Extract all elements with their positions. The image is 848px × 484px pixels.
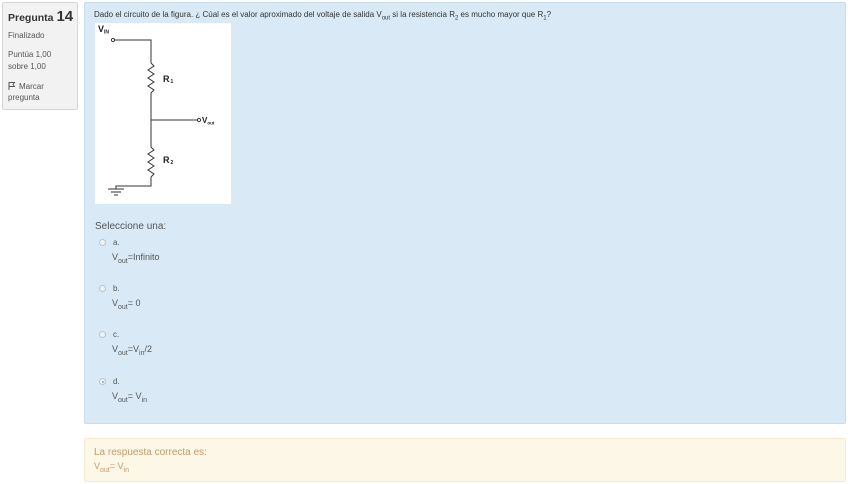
option-text-part: =V bbox=[127, 344, 140, 354]
option-text-sub: out bbox=[118, 257, 128, 265]
option-text-part: = V bbox=[127, 391, 142, 401]
option-text: Vout=Vin/2 bbox=[112, 344, 152, 357]
option-letter: a. bbox=[113, 238, 120, 247]
correct-answer-sub: out bbox=[100, 466, 110, 474]
question-title: Pregunta 14 bbox=[8, 8, 74, 25]
answer-radio-c[interactable] bbox=[99, 331, 106, 338]
ground-symbol bbox=[108, 188, 124, 196]
flag-icon bbox=[8, 82, 16, 90]
question-text-part: si la resistencia R bbox=[390, 10, 455, 19]
option-text: Vout= 0 bbox=[112, 298, 141, 311]
option-letter: c. bbox=[113, 330, 120, 339]
voltage-divider-circuit-image: VIN R1 Vout R2 bbox=[95, 23, 231, 204]
question-grade: Puntúa 1,00 sobre 1,00 bbox=[8, 50, 52, 71]
option-text: Vout= Vin bbox=[112, 391, 147, 404]
option-text-part: /2 bbox=[144, 344, 152, 354]
svg-text:R2: R2 bbox=[163, 155, 174, 166]
option-text-part: = 0 bbox=[127, 298, 141, 308]
question-state: Finalizado bbox=[8, 31, 45, 40]
vin-sub: IN bbox=[104, 30, 109, 36]
vout-terminal bbox=[196, 117, 202, 123]
option-letter: b. bbox=[113, 284, 120, 293]
option-text-part: =Infinito bbox=[127, 252, 160, 262]
r2-resistor bbox=[147, 146, 155, 178]
vin-terminal bbox=[110, 37, 116, 43]
r1-sub: 1 bbox=[171, 79, 174, 85]
svg-text:R1: R1 bbox=[163, 74, 174, 85]
question-text-sub: out bbox=[381, 15, 391, 22]
answer-radio-d[interactable] bbox=[99, 378, 106, 385]
correct-answer-label: La respuesta correcta es: bbox=[94, 447, 207, 458]
question-text-part: Dado el circuito de la figura. ¿ Cúal es… bbox=[94, 10, 382, 19]
svg-text:Vout: Vout bbox=[202, 116, 215, 126]
question-text: Dado el circuito de la figura. ¿ Cúal es… bbox=[94, 10, 551, 22]
option-text-sub: out bbox=[118, 349, 128, 357]
correct-answer-text: Vout= Vin bbox=[94, 461, 129, 474]
answer-radio-b[interactable] bbox=[99, 285, 106, 292]
flag-question-link[interactable]: Marcar pregunta bbox=[8, 81, 72, 103]
question-number: 14 bbox=[56, 8, 74, 25]
answer-prompt: Seleccione una: bbox=[95, 221, 167, 232]
correct-answer-part: = V bbox=[109, 461, 124, 471]
r2-label: R bbox=[163, 155, 170, 165]
option-text-sub: in bbox=[141, 396, 147, 404]
option-text: Vout=Infinito bbox=[112, 252, 160, 265]
question-label: Pregunta bbox=[8, 12, 54, 24]
correct-answer-sub: in bbox=[123, 466, 129, 474]
answer-radio-a[interactable] bbox=[99, 239, 106, 246]
r1-label: R bbox=[163, 74, 170, 84]
correct-answer-feedback: La respuesta correcta es: Vout= Vin bbox=[84, 438, 846, 482]
vout-sub: out bbox=[207, 121, 214, 126]
svg-text:VIN: VIN bbox=[98, 24, 109, 36]
option-text-sub: out bbox=[118, 303, 128, 311]
question-text-part: es mucho mayor que R bbox=[458, 10, 544, 19]
option-letter: d. bbox=[113, 377, 120, 386]
r2-sub: 2 bbox=[171, 160, 174, 166]
question-info-panel: Pregunta 14 Finalizado Puntúa 1,00 sobre… bbox=[2, 2, 78, 110]
r1-resistor bbox=[147, 62, 155, 94]
question-formulation: Dado el circuito de la figura. ¿ Cúal es… bbox=[84, 2, 846, 424]
option-text-sub: out bbox=[118, 396, 128, 404]
question-text-part: ? bbox=[546, 10, 552, 19]
